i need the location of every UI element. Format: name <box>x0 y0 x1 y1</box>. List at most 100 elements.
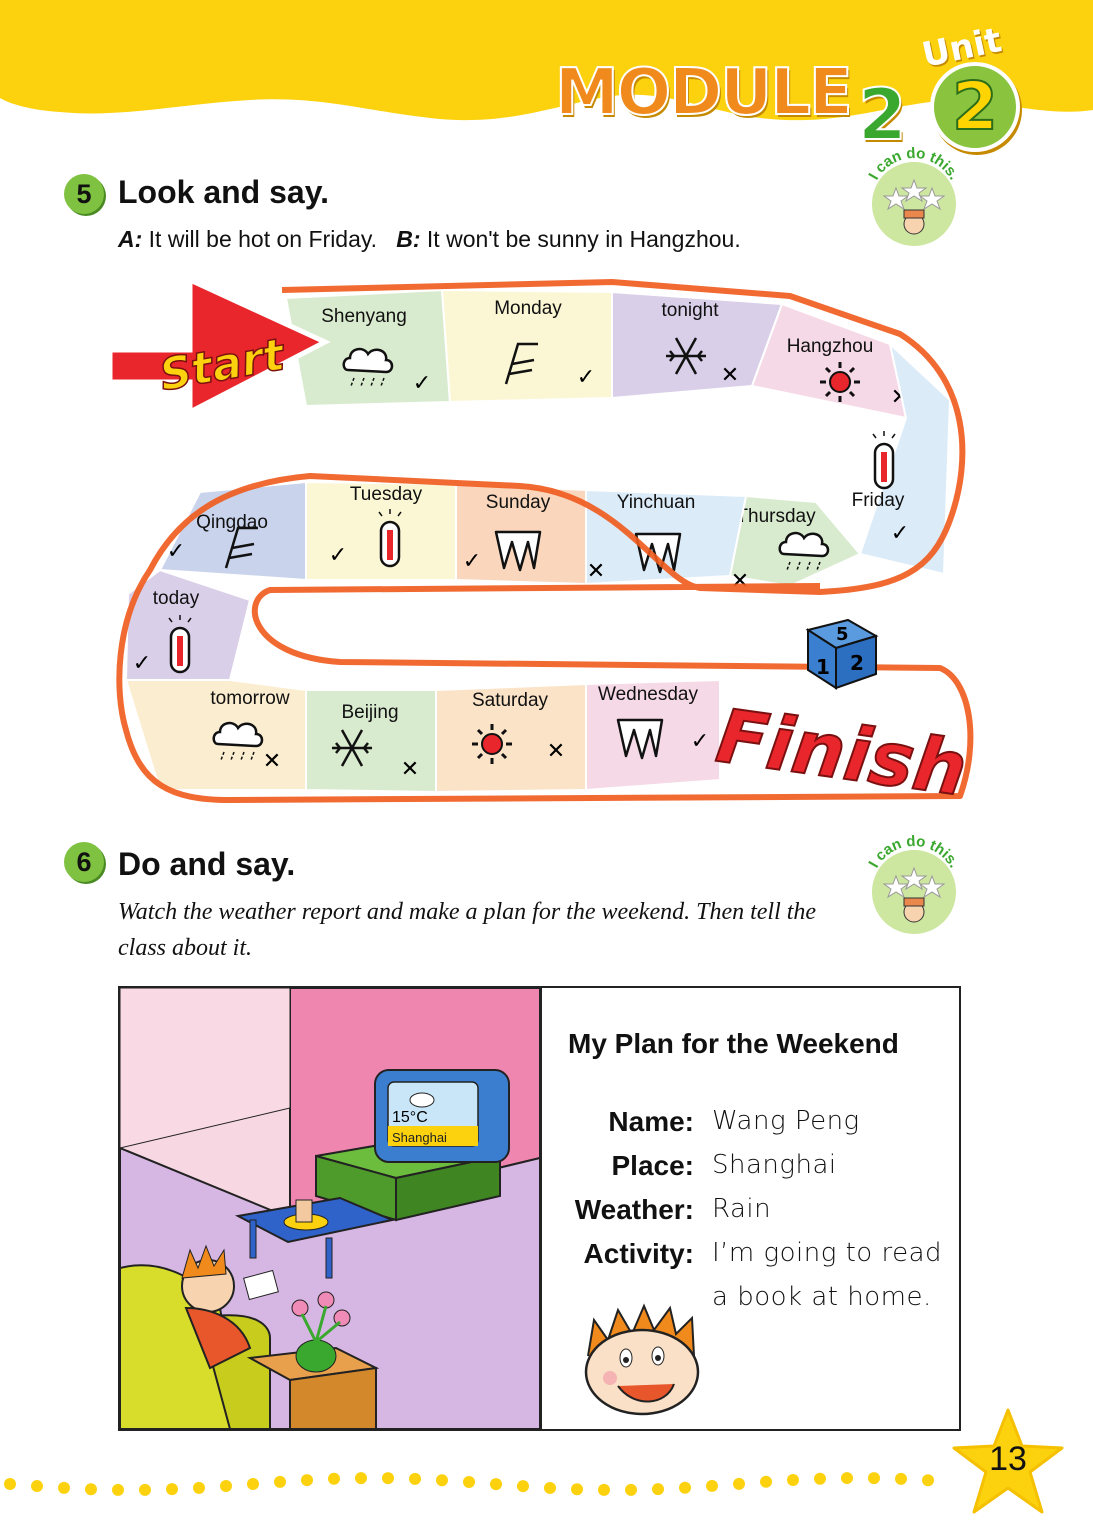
living-room-illustration: 15°C Shanghai <box>120 988 540 1429</box>
svg-text:2: 2 <box>850 651 864 675</box>
page-number: 13 <box>989 1440 1027 1478</box>
unit-badge: 2 <box>930 62 1020 152</box>
check-mark-icon: ✓ <box>413 371 431 396</box>
example-sentence: A: It will be hot on Friday. B: It won't… <box>118 226 741 253</box>
finish-label: Finish <box>712 693 972 810</box>
start-label: Start <box>156 329 290 401</box>
check-mark-icon: ✓ <box>891 521 909 546</box>
plan-value: Rain <box>712 1194 772 1224</box>
plan-value: a book at home. <box>712 1282 932 1312</box>
footer-dot <box>31 1480 43 1493</box>
footer-dots <box>4 1472 934 1496</box>
square-label: Thursday <box>736 506 816 527</box>
board-square-sunday: Sunday ✓ <box>455 482 587 586</box>
footer-dot <box>301 1474 313 1487</box>
footer-dot <box>112 1483 124 1496</box>
footer-dot <box>328 1472 340 1485</box>
check-mark-icon: ✓ <box>329 543 347 568</box>
footer-dot <box>247 1477 259 1490</box>
tv-icon: 15°C Shanghai <box>374 1069 510 1163</box>
square-label: Wednesday <box>598 684 698 705</box>
example-b-text: It won't be sunny in Hangzhou. <box>426 226 741 252</box>
board-square-today: today ✓ <box>124 568 252 681</box>
tv-city: Shanghai <box>392 1130 447 1145</box>
footer-dot <box>841 1472 853 1485</box>
module-title: MODULE <box>554 55 854 131</box>
square-background <box>750 302 908 420</box>
board-square-beijing: Beijing ✕ <box>305 689 437 794</box>
section-title: Look and say. <box>118 174 330 210</box>
board-game: Shenyang✓Monday✓tonight✕Hangzhou✕Friday✓… <box>107 276 974 810</box>
plan-divider <box>540 988 542 1429</box>
board-square-monday: Monday ✓ <box>440 288 613 404</box>
example-a-text: It will be hot on Friday. <box>148 226 378 252</box>
footer-dot <box>598 1483 610 1496</box>
footer-dot <box>814 1472 826 1485</box>
cross-mark-icon: ✕ <box>263 749 281 774</box>
plan-key: Place: <box>611 1150 695 1181</box>
can-do-badge: I can do this. <box>865 833 963 938</box>
footer-dot <box>571 1483 583 1496</box>
footer-dot <box>220 1480 232 1493</box>
section-title: Do and say. <box>118 846 296 882</box>
sun-icon <box>472 724 512 764</box>
plan-value: Wang Peng <box>712 1106 860 1136</box>
square-label: Saturday <box>472 690 549 711</box>
footer-dot <box>85 1483 97 1496</box>
footer-dot <box>733 1477 745 1490</box>
square-label: Shenyang <box>321 306 407 327</box>
square-label: Beijing <box>341 702 398 723</box>
footer-dot <box>652 1483 664 1496</box>
plan-key: Weather: <box>574 1194 694 1225</box>
footer-dot <box>706 1479 718 1492</box>
square-label: Qingdao <box>196 512 268 533</box>
boy-face-icon <box>584 1303 700 1416</box>
footer-dot <box>436 1474 448 1487</box>
footer-dot <box>139 1483 151 1496</box>
footer-dot <box>895 1472 907 1485</box>
footer-dot <box>382 1472 394 1485</box>
board-square-wednesday: Wednesday ✓ <box>585 678 721 792</box>
footer-dot <box>787 1474 799 1487</box>
check-mark-icon: ✓ <box>133 651 151 676</box>
square-label: tonight <box>661 300 719 321</box>
check-mark-icon: ✓ <box>691 729 709 754</box>
footer-dot <box>517 1480 529 1493</box>
plan-key: Activity: <box>583 1238 694 1269</box>
can-do-badge: I can do this. <box>865 145 963 250</box>
square-label: Monday <box>494 298 562 319</box>
dice-icon: 5 1 2 <box>805 618 879 690</box>
weekend-plan-box: 15°C Shanghai My Plan for the Weekend Na… <box>118 986 961 1431</box>
sun-icon <box>820 362 860 402</box>
footer-dot <box>58 1481 70 1494</box>
plan-value: Shanghai <box>712 1150 837 1180</box>
cross-mark-icon: ✕ <box>547 739 565 764</box>
svg-text:5: 5 <box>836 624 849 645</box>
square-label: today <box>153 588 200 609</box>
cross-mark-icon: ✕ <box>587 559 605 584</box>
example-b-label: B: <box>396 226 421 252</box>
instruction-text: Watch the weather report and make a plan… <box>118 899 817 961</box>
board-square-saturday: Saturday ✕ <box>435 682 587 794</box>
footer-dot <box>463 1476 475 1489</box>
footer-dot <box>4 1478 16 1490</box>
footer-dot <box>868 1472 880 1485</box>
footer-dot <box>274 1475 286 1488</box>
square-label: tomorrow <box>210 688 289 709</box>
plan-key: Name: <box>608 1106 694 1137</box>
footer-dot <box>166 1483 178 1496</box>
footer-dot <box>679 1481 691 1494</box>
plan-value: I’m going to read <box>712 1238 943 1268</box>
board-square-tuesday: Tuesday ✓ <box>305 480 457 581</box>
footer-dot <box>193 1481 205 1494</box>
cold-icicle-icon <box>494 530 542 572</box>
footer-dot <box>490 1478 502 1491</box>
unit-number: 2 <box>951 67 999 146</box>
tv-temperature: 15°C <box>392 1109 428 1126</box>
check-mark-icon: ✓ <box>577 365 595 390</box>
cross-mark-icon: ✕ <box>401 757 419 782</box>
board-square-qingdao: Qingdao✓ <box>158 480 307 582</box>
footer-dot <box>922 1474 934 1487</box>
footer-dot <box>760 1475 772 1488</box>
footer-dot <box>625 1483 637 1496</box>
